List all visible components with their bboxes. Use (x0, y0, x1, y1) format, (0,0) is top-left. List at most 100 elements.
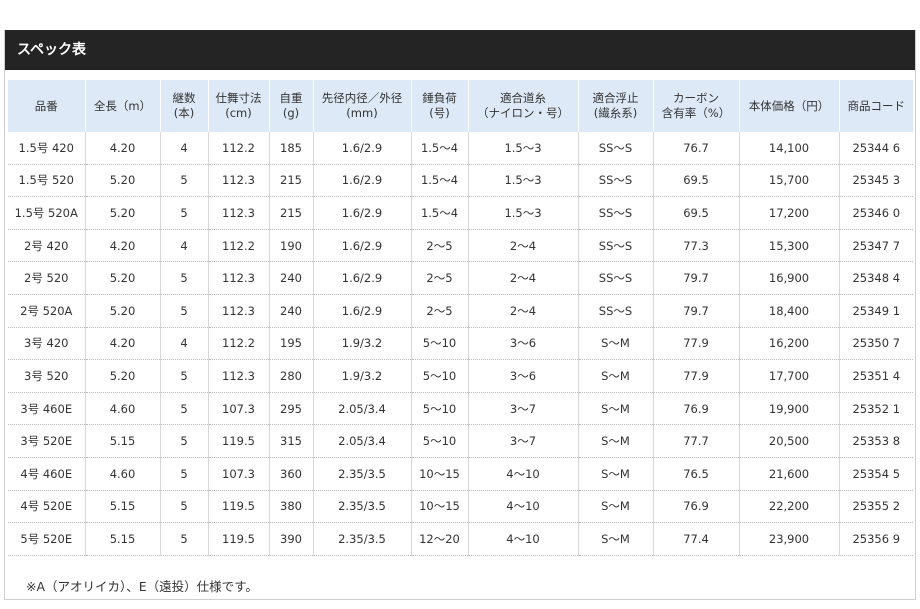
table-cell: 3号 420 (8, 327, 86, 361)
table-cell: 5 (160, 392, 209, 426)
column-header: 仕舞寸法 (cm) (208, 80, 270, 132)
table-cell: 1.5～3 (468, 132, 579, 165)
column-header: 先径内径／外径 (mm) (313, 80, 412, 132)
table-cell: 25354 5 (839, 457, 913, 491)
table-cell: 12～20 (411, 522, 469, 556)
table-cell: 5 (160, 522, 209, 556)
table-cell: 240 (269, 294, 314, 328)
column-header-text: （ナイロン・号） (477, 106, 569, 120)
table-cell: 2号 420 (8, 229, 86, 263)
table-cell: 17,200 (739, 196, 840, 230)
spec-panel: スペック表 品番 全長（m） 継数 (本) 仕舞寸法 (cm) 自重 (g) 先径内径／外径 (m… (4, 30, 916, 600)
table-cell: 25349 1 (839, 294, 913, 328)
spec-title: スペック表 (5, 30, 915, 70)
table-cell: 280 (269, 359, 314, 393)
table-cell: SS～S (578, 294, 654, 328)
table-cell: 5～10 (411, 392, 469, 426)
table-cell: 315 (269, 424, 314, 458)
table-cell: 3～6 (468, 359, 579, 393)
table-cell: 5.20 (85, 164, 161, 198)
table-cell: 22,200 (739, 490, 840, 524)
column-header: 錘負荷 (号) (411, 80, 469, 132)
table-cell: 5号 520E (8, 522, 86, 556)
table-cell: 25346 0 (839, 196, 913, 230)
table-cell: 5 (160, 196, 209, 230)
table-cell: 5.20 (85, 294, 161, 328)
table-cell: 1.5号 520A (8, 196, 86, 230)
table-cell: 3～7 (468, 392, 579, 426)
table-cell: 2.05/3.4 (313, 392, 412, 426)
table-cell: 21,600 (739, 457, 840, 491)
table-cell: S～M (578, 359, 654, 393)
table-body: 1.5号 420 4.20 4 112.2 185 1.6/2.9 1.5～4 1.5～3 SS… (8, 132, 913, 556)
column-header: 全長（m） (85, 80, 161, 132)
table-cell: 3号 520 (8, 359, 86, 393)
table-row: 4号 520E 5.15 5 119.5 380 2.35/3.5 10～15 4～10 S～M… (8, 490, 913, 524)
table-cell: 240 (269, 261, 314, 295)
table-cell: 1.6/2.9 (313, 261, 412, 295)
table-cell: SS～S (578, 164, 654, 198)
table-cell: 25350 7 (839, 327, 913, 361)
table-cell: 215 (269, 164, 314, 198)
table-cell: 5.15 (85, 490, 161, 524)
table-cell: S～M (578, 490, 654, 524)
table-cell: 17,700 (739, 359, 840, 393)
table-cell: 119.5 (208, 522, 270, 556)
table-cell: 25352 1 (839, 392, 913, 426)
table-row: 3号 520E 5.15 5 119.5 315 2.05/3.4 5～10 3～7 S～M 77… (8, 424, 913, 458)
table-cell: 19,900 (739, 392, 840, 426)
table-cell: 1.5号 420 (8, 132, 86, 165)
table-cell: 3～6 (468, 327, 579, 361)
table-cell: 4.20 (85, 229, 161, 263)
table-cell: 1.6/2.9 (313, 196, 412, 230)
table-cell: 4号 460E (8, 457, 86, 491)
table-cell: 25347 7 (839, 229, 913, 263)
column-header-text: 仕舞寸法 (215, 91, 262, 105)
table-row: 2号 420 4.20 4 112.2 190 1.6/2.9 2～5 2～4 SS～S 77.3… (8, 229, 913, 263)
table-cell: 112.3 (208, 164, 270, 198)
table-cell: 14,100 (739, 132, 840, 165)
column-header-text: (本) (173, 106, 195, 120)
table-cell: 5 (160, 457, 209, 491)
column-header-text: 品番 (34, 98, 58, 113)
table-cell: 3～7 (468, 424, 579, 458)
table-cell: 10～15 (411, 490, 469, 524)
table-cell: 5.15 (85, 522, 161, 556)
table-cell: 2.05/3.4 (313, 424, 412, 458)
table-cell: 112.2 (208, 229, 270, 263)
table-cell: 4 (160, 229, 209, 263)
table-cell: 5.15 (85, 424, 161, 458)
column-header-text: (g) (282, 106, 300, 120)
column-header: 継数 (本) (160, 80, 209, 132)
table-cell: 5.20 (85, 359, 161, 393)
table-cell: 1.6/2.9 (313, 294, 412, 328)
table-cell: 76.9 (653, 392, 740, 426)
table-cell: 2～5 (411, 294, 469, 328)
column-header-text: カーボン (673, 91, 719, 105)
table-cell: 5.20 (85, 261, 161, 295)
spec-table: 品番 全長（m） 継数 (本) 仕舞寸法 (cm) 自重 (g) 先径内径／外径 (mm) 錘負荷(… (8, 80, 913, 556)
table-cell: 4.60 (85, 392, 161, 426)
table-cell: 77.4 (653, 522, 740, 556)
table-cell: SS～S (578, 229, 654, 263)
column-header: 商品コード (839, 80, 913, 132)
table-cell: 4 (160, 132, 209, 165)
column-header-text: 本体価格（円） (748, 98, 830, 113)
table-cell: 1.6/2.9 (313, 164, 412, 198)
table-cell: 4 (160, 327, 209, 361)
table-row: 1.5号 520A 5.20 5 112.3 215 1.6/2.9 1.5～4 1.5～3 S… (8, 196, 913, 230)
table-cell: 3号 520E (8, 424, 86, 458)
table-cell: 5.20 (85, 196, 161, 230)
table-cell: 18,400 (739, 294, 840, 328)
table-cell: 25348 4 (839, 261, 913, 295)
table-cell: 107.3 (208, 457, 270, 491)
table-row: 3号 420 4.20 4 112.2 195 1.9/3.2 5～10 3～6 S～M 77.9… (8, 327, 913, 361)
table-row: 5号 520E 5.15 5 119.5 390 2.35/3.5 12～20 4～10 S～M… (8, 522, 913, 556)
column-header-text: 自重 (279, 91, 303, 105)
table-cell: 77.3 (653, 229, 740, 263)
table-cell: 2～4 (468, 261, 579, 295)
table-cell: 69.5 (653, 164, 740, 198)
table-cell: 79.7 (653, 294, 740, 328)
table-cell: 2.35/3.5 (313, 522, 412, 556)
footnote: ※A（アオリイカ）、E（遠投）仕様です。 (26, 578, 258, 594)
